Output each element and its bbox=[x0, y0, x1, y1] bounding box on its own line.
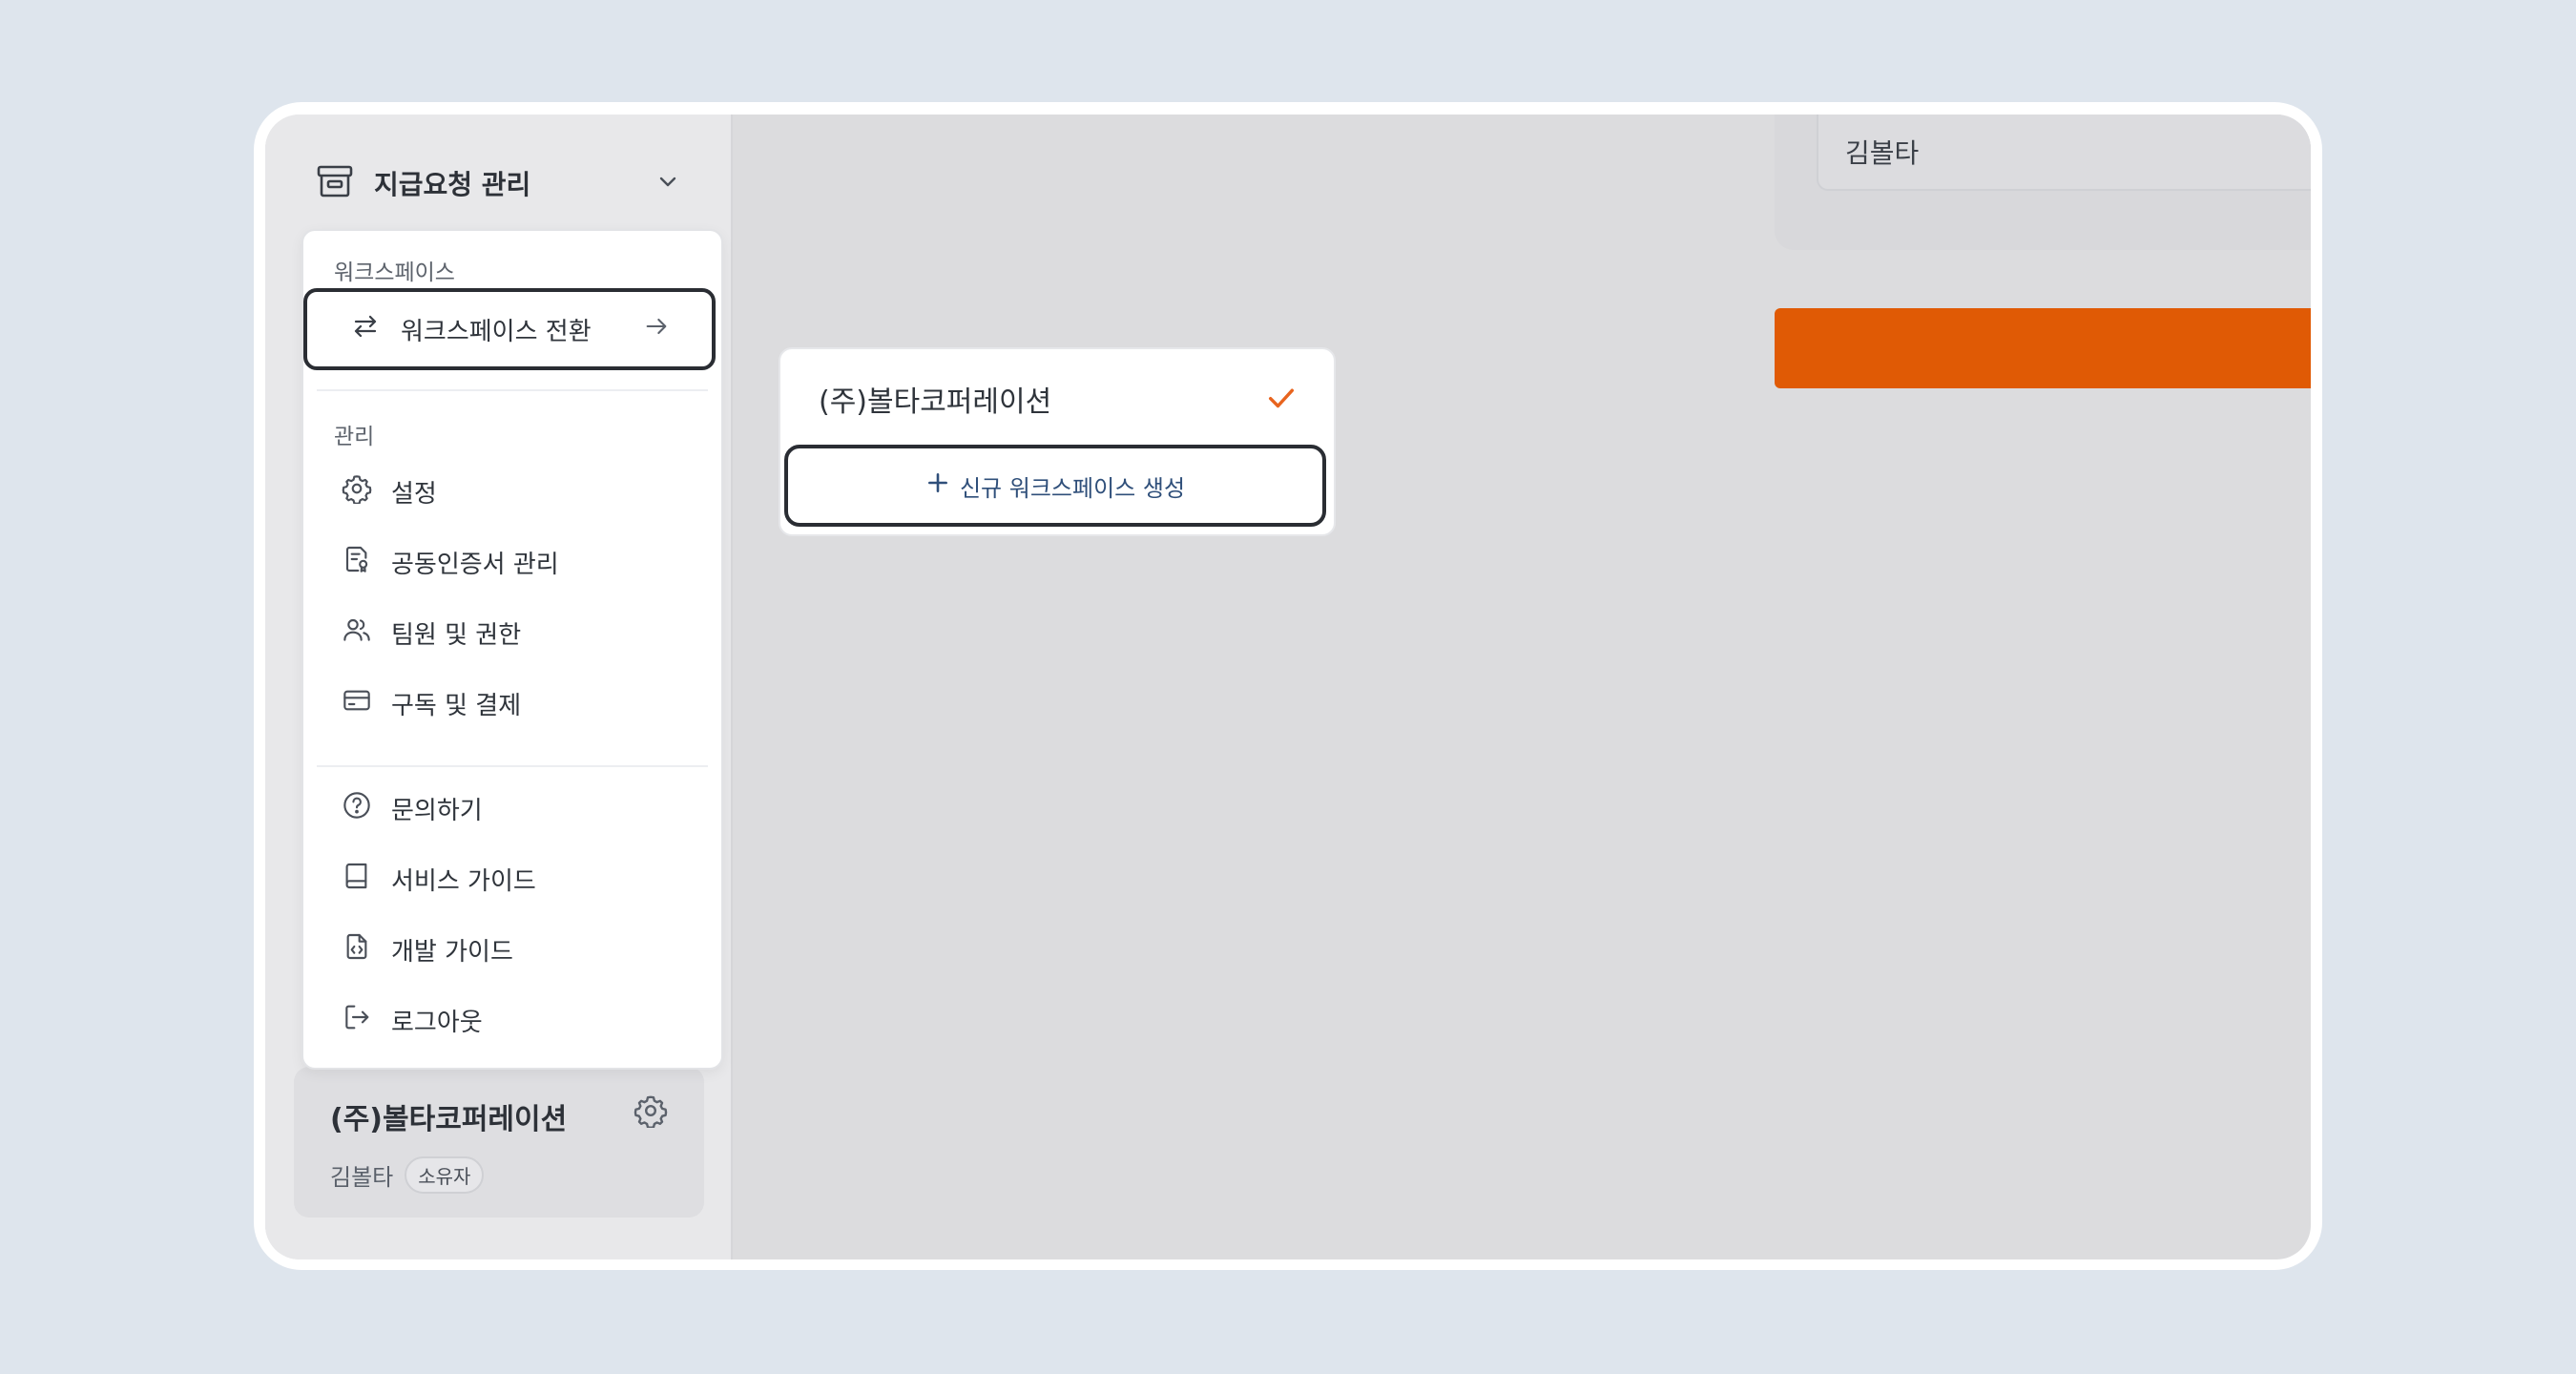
menu-item-label: 설정 bbox=[391, 480, 437, 509]
menu-header[interactable]: 지급요청 관리 bbox=[317, 164, 679, 202]
section-manage-label: 관리 bbox=[334, 425, 375, 449]
menu-item-settings[interactable]: 설정 bbox=[342, 473, 437, 510]
app-screen: 지급요청 관리 (주)볼타코퍼레이션 김볼타 소유자 김볼타 저장 bbox=[265, 114, 2311, 1260]
question-icon bbox=[342, 790, 391, 827]
account-dropdown: 워크스페이스 워크스페이스 전환 관리 설정 공동인증서 관리 팀원 및 권한 … bbox=[301, 229, 723, 1070]
users-icon bbox=[342, 614, 391, 652]
check-icon bbox=[1265, 382, 1298, 418]
code-file-icon bbox=[342, 931, 391, 968]
swap-icon bbox=[351, 312, 401, 347]
menu-title: 지급요청 관리 bbox=[374, 169, 531, 200]
workspace-card[interactable]: (주)볼타코퍼레이션 김볼타 소유자 bbox=[294, 1067, 704, 1218]
user-name: 김볼타 bbox=[330, 1164, 394, 1191]
create-workspace-label: 신규 워크스페이스 생성 bbox=[959, 474, 1186, 502]
save-button[interactable]: 저장 bbox=[1775, 308, 2311, 388]
workspace-switch-label: 워크스페이스 전환 bbox=[401, 317, 592, 346]
menu-item-team[interactable]: 팀원 및 권한 bbox=[342, 614, 521, 652]
menu-item-contact[interactable]: 문의하기 bbox=[342, 790, 483, 827]
workspace-user: 김볼타 소유자 bbox=[330, 1156, 485, 1194]
gear-icon[interactable] bbox=[634, 1093, 668, 1132]
workspace-switch-item[interactable]: 워크스페이스 전환 bbox=[303, 288, 716, 370]
credit-card-icon bbox=[342, 685, 391, 722]
create-workspace-button[interactable]: 신규 워크스페이스 생성 bbox=[784, 445, 1326, 527]
divider bbox=[317, 765, 708, 767]
workspace-name: (주)볼타코퍼레이션 bbox=[330, 1103, 568, 1136]
menu-item-label: 문의하기 bbox=[391, 797, 483, 825]
workspace-option[interactable]: (주)볼타코퍼레이션 bbox=[819, 378, 1051, 420]
menu-item-label: 로그아웃 bbox=[391, 1009, 483, 1037]
menu-item-label: 서비스 가이드 bbox=[391, 867, 536, 896]
gear-icon bbox=[342, 473, 391, 510]
main-content: 김볼타 저장 bbox=[733, 114, 2311, 1260]
menu-item-service-guide[interactable]: 서비스 가이드 bbox=[342, 861, 536, 898]
role-badge: 소유자 bbox=[405, 1156, 485, 1194]
book-icon bbox=[342, 861, 391, 898]
certificate-icon bbox=[342, 544, 391, 581]
chevron-down-icon[interactable] bbox=[656, 170, 679, 197]
menu-item-label: 구독 및 결제 bbox=[391, 692, 522, 720]
menu-item-label: 팀원 및 권한 bbox=[391, 621, 522, 650]
section-workspace-label: 워크스페이스 bbox=[334, 260, 455, 285]
archive-icon bbox=[317, 164, 353, 202]
plus-icon bbox=[925, 470, 950, 501]
logout-icon bbox=[342, 1002, 391, 1039]
workspace-submenu: (주)볼타코퍼레이션 신규 워크스페이스 생성 bbox=[779, 347, 1336, 536]
menu-item-certificates[interactable]: 공동인증서 관리 bbox=[342, 544, 559, 581]
menu-item-billing[interactable]: 구독 및 결제 bbox=[342, 685, 521, 722]
name-input[interactable]: 김볼타 bbox=[1817, 114, 2311, 191]
menu-item-logout[interactable]: 로그아웃 bbox=[342, 1002, 483, 1039]
menu-item-label: 개발 가이드 bbox=[391, 938, 513, 967]
arrow-right-icon bbox=[643, 313, 670, 346]
menu-item-label: 공동인증서 관리 bbox=[391, 551, 559, 579]
divider bbox=[317, 389, 708, 391]
menu-item-dev-guide[interactable]: 개발 가이드 bbox=[342, 931, 513, 968]
